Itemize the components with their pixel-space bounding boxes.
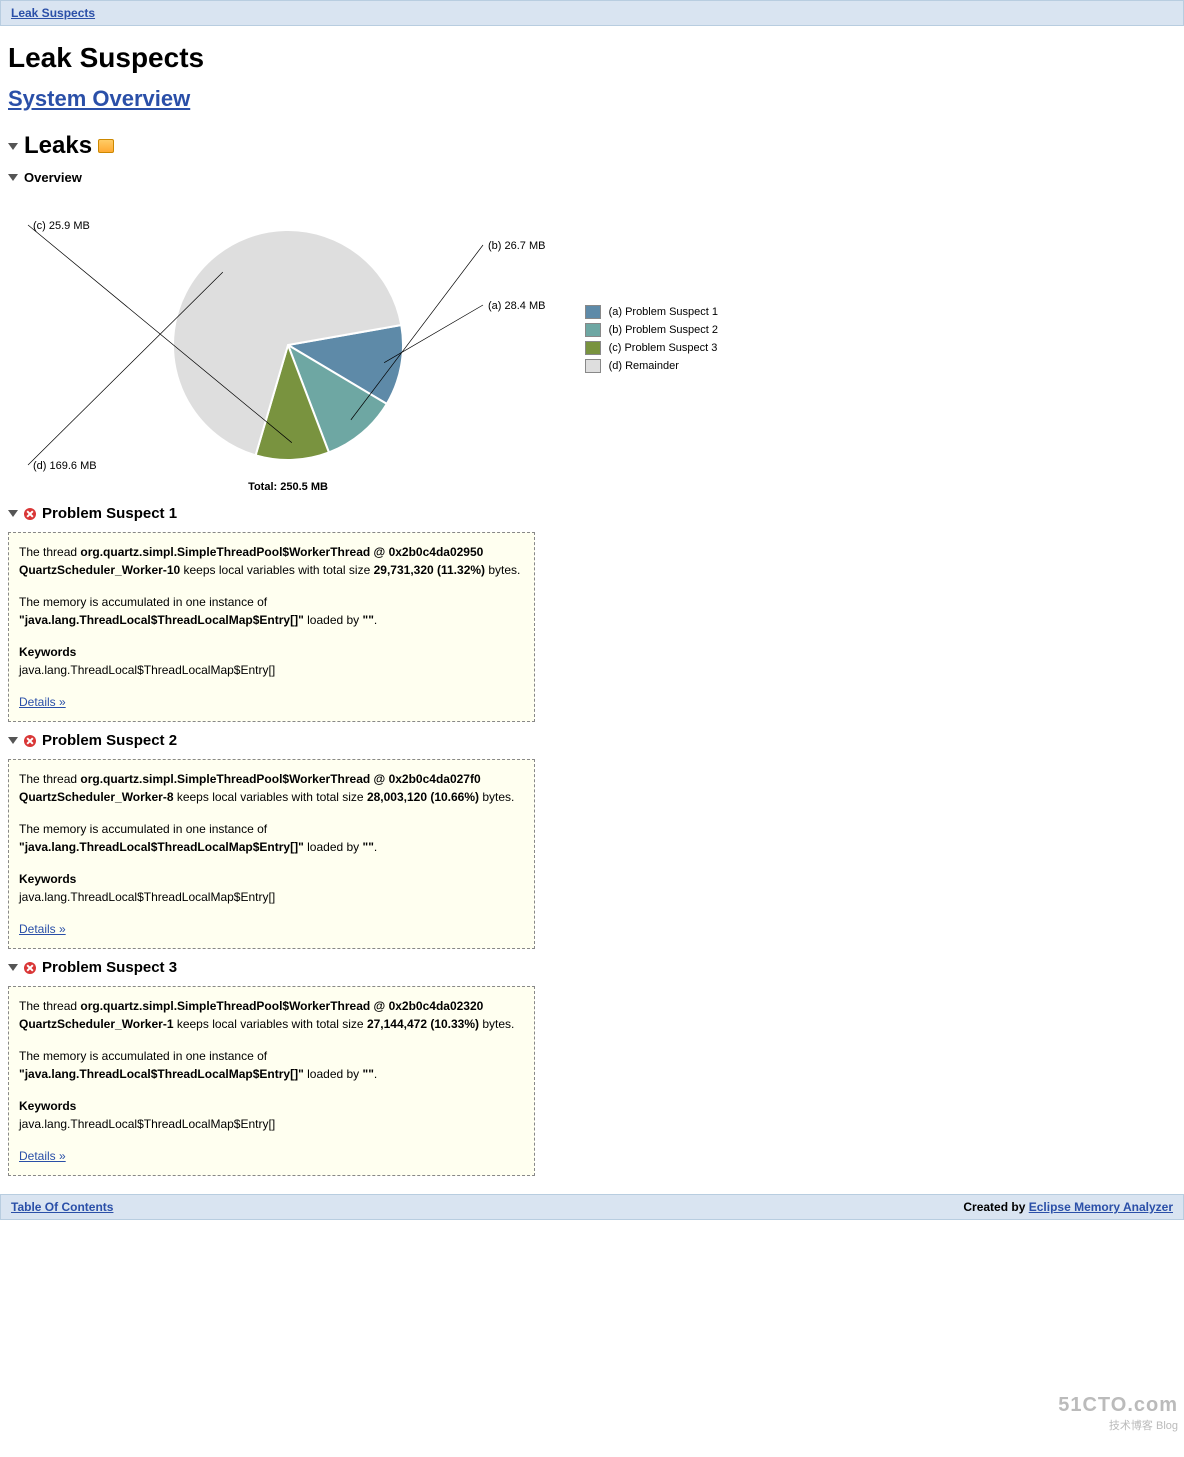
collapse-icon [8,964,18,971]
leaks-title: Leaks [24,132,92,160]
suspect-description: The thread org.quartz.simpl.SimpleThread… [19,770,524,806]
callout-a: (a) 28.4 MB [488,300,545,312]
created-by: Created by Eclipse Memory Analyzer [963,1200,1173,1214]
bottom-bar: Table Of Contents Created by Eclipse Mem… [0,1194,1184,1220]
page-title: Leak Suspects [8,42,1176,74]
toc-link[interactable]: Table Of Contents [11,1200,113,1214]
suspect-keywords: Keywordsjava.lang.ThreadLocal$ThreadLoca… [19,1097,524,1133]
document-icon [98,139,114,153]
overview-title: Overview [24,170,82,185]
collapse-icon [8,737,18,744]
leaks-section-header[interactable]: Leaks [8,132,1176,160]
details-link[interactable]: Details » [19,922,66,936]
watermark: 51CTO.com 技术博客 Blog [1058,1394,1178,1433]
callout-c: (c) 25.9 MB [33,220,90,232]
error-icon [24,962,36,974]
suspect-3-box: The thread org.quartz.simpl.SimpleThread… [8,986,535,1176]
suspect-accumulation: The memory is accumulated in one instanc… [19,593,524,629]
overview-section-header[interactable]: Overview [8,170,1176,185]
details-link[interactable]: Details » [19,695,66,709]
suspect-title: Problem Suspect 1 [42,505,177,522]
collapse-icon [8,143,18,150]
suspect-accumulation: The memory is accumulated in one instanc… [19,820,524,856]
error-icon [24,508,36,520]
legend-item-a: (a) Problem Suspect 1 [585,305,718,319]
details-link[interactable]: Details » [19,1149,66,1163]
chart-legend: (a) Problem Suspect 1 (b) Problem Suspect… [585,305,718,377]
suspect-title: Problem Suspect 3 [42,959,177,976]
callout-b: (b) 26.7 MB [488,240,545,252]
collapse-icon [8,174,18,181]
legend-item-d: (d) Remainder [585,359,718,373]
suspect-keywords: Keywordsjava.lang.ThreadLocal$ThreadLoca… [19,643,524,679]
suspect-description: The thread org.quartz.simpl.SimpleThread… [19,543,524,579]
suspect-1-header[interactable]: Problem Suspect 1 [8,505,1176,522]
breadcrumb-link[interactable]: Leak Suspects [11,6,95,20]
suspect-2-header[interactable]: Problem Suspect 2 [8,732,1176,749]
pie-chart: (a) 28.4 MB (b) 26.7 MB (c) 25.9 MB (d) 169… [18,195,718,495]
tool-link[interactable]: Eclipse Memory Analyzer [1029,1200,1173,1214]
system-overview-link[interactable]: System Overview [8,86,190,111]
legend-item-b: (b) Problem Suspect 2 [585,323,718,337]
suspect-2-box: The thread org.quartz.simpl.SimpleThread… [8,759,535,949]
error-icon [24,735,36,747]
suspect-description: The thread org.quartz.simpl.SimpleThread… [19,997,524,1033]
suspect-accumulation: The memory is accumulated in one instanc… [19,1047,524,1083]
suspect-3-header[interactable]: Problem Suspect 3 [8,959,1176,976]
top-breadcrumb-bar: Leak Suspects [0,0,1184,26]
legend-item-c: (c) Problem Suspect 3 [585,341,718,355]
collapse-icon [8,510,18,517]
content-area: Leak Suspects System Overview Leaks Over… [0,26,1184,1194]
suspect-1-box: The thread org.quartz.simpl.SimpleThread… [8,532,535,722]
system-overview-heading: System Overview [8,86,1176,112]
suspect-title: Problem Suspect 2 [42,732,177,749]
callout-d: (d) 169.6 MB [33,460,97,472]
suspect-keywords: Keywordsjava.lang.ThreadLocal$ThreadLoca… [19,870,524,906]
chart-total-label: Total: 250.5 MB [248,481,328,493]
